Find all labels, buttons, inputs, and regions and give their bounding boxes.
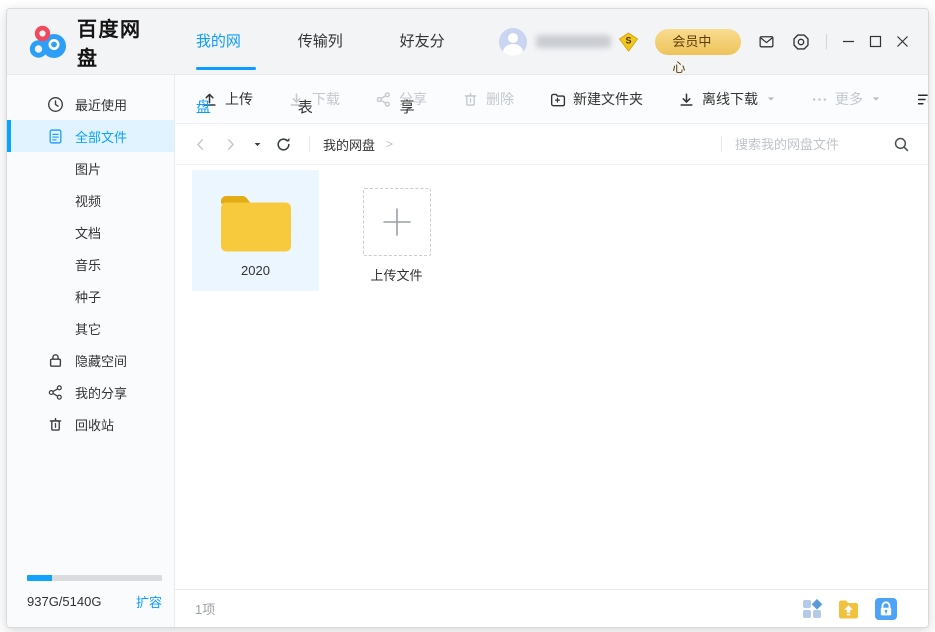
sidebar-label: 回收站: [75, 415, 114, 434]
window-controls-divider: [826, 34, 827, 49]
safe-lock-icon[interactable]: [874, 597, 898, 621]
download-label: 下载: [312, 89, 340, 109]
sidebar-label: 音乐: [75, 255, 101, 274]
sidebar-item-videos[interactable]: 视频: [7, 184, 174, 216]
item-count: 1项: [195, 599, 215, 618]
status-bar: 1项: [175, 589, 928, 627]
new-folder-button[interactable]: 新建文件夹: [549, 89, 643, 109]
folder-upload-icon[interactable]: [836, 597, 861, 621]
apps-grid-icon[interactable]: [801, 598, 823, 620]
sidebar-item-my-shares[interactable]: 我的分享: [7, 376, 174, 408]
sidebar-item-hidden-space[interactable]: 隐藏空间: [7, 344, 174, 376]
sidebar-label: 隐藏空间: [75, 351, 127, 370]
file-grid: 2020 上传文件: [175, 165, 928, 589]
breadcrumb-separator: >: [386, 137, 393, 151]
tab-transfer-list[interactable]: 传输列表: [295, 9, 361, 75]
more-button[interactable]: 更多: [811, 89, 881, 109]
search-input[interactable]: [735, 137, 893, 152]
user-avatar[interactable]: [499, 28, 527, 56]
refresh-icon[interactable]: [275, 136, 292, 153]
sidebar-item-music[interactable]: 音乐: [7, 248, 174, 280]
minimize-icon[interactable]: [835, 28, 862, 55]
sidebar-label: 图片: [75, 159, 101, 178]
sort-order-icon[interactable]: [916, 91, 929, 108]
chevron-down-icon[interactable]: [766, 94, 776, 104]
sidebar-list: 最近使用 全部文件 图片 视频 文档 音乐: [7, 75, 174, 575]
main-tabs: 我的网盘 传输列表 好友分享: [193, 9, 499, 75]
header-right: S 会员中心: [499, 28, 929, 56]
sidebar-label: 我的分享: [75, 383, 127, 402]
trash-icon: [47, 416, 64, 433]
sidebar-item-documents[interactable]: 文档: [7, 216, 174, 248]
plus-icon: [363, 188, 431, 256]
upload-file-tile[interactable]: 上传文件: [333, 170, 460, 291]
delete-button[interactable]: 删除: [462, 89, 514, 109]
sidebar-item-torrents[interactable]: 种子: [7, 280, 174, 312]
storage-usage-text: 937G/5140G: [27, 594, 101, 609]
history-dropdown-icon[interactable]: [253, 140, 262, 149]
navigation-bar: 我的网盘 >: [175, 124, 928, 165]
app-header: 百度网盘 我的网盘 传输列表 好友分享 S 会员中心: [7, 9, 928, 75]
main-panel: 上传 下载 分享: [175, 75, 928, 627]
share-nodes-icon: [47, 384, 64, 401]
sidebar-item-pictures[interactable]: 图片: [7, 152, 174, 184]
offline-download-button[interactable]: 离线下载: [678, 89, 776, 109]
folder-name: 2020: [241, 263, 270, 278]
toolbar: 上传 下载 分享: [175, 75, 928, 124]
sidebar-item-all-files[interactable]: 全部文件: [7, 120, 174, 152]
offline-download-label: 离线下载: [702, 89, 758, 109]
sidebar: 最近使用 全部文件 图片 视频 文档 音乐: [7, 75, 175, 627]
divider: [721, 136, 722, 152]
sidebar-label: 视频: [75, 191, 101, 210]
folder-tile-2020[interactable]: 2020: [192, 170, 319, 291]
member-center-button[interactable]: 会员中心: [655, 29, 741, 55]
document-icon: [47, 128, 64, 145]
sidebar-item-others[interactable]: 其它: [7, 312, 174, 344]
username-blurred: [536, 35, 612, 48]
trash-icon: [462, 91, 479, 108]
svip-badge-icon[interactable]: S: [618, 32, 639, 52]
mail-icon[interactable]: [757, 33, 776, 50]
maximize-icon[interactable]: [862, 28, 889, 55]
upload-label: 上传: [225, 89, 253, 109]
search-icon[interactable]: [893, 136, 910, 153]
breadcrumb-root[interactable]: 我的网盘: [323, 135, 375, 154]
upload-tile-label: 上传文件: [370, 265, 422, 284]
app-logo: 百度网盘: [7, 13, 163, 71]
app-window: 百度网盘 我的网盘 传输列表 好友分享 S 会员中心: [6, 8, 929, 628]
close-icon[interactable]: [889, 28, 916, 55]
storage-progress-fill: [27, 575, 52, 581]
delete-label: 删除: [486, 89, 514, 109]
sidebar-label: 最近使用: [75, 95, 127, 114]
sidebar-label: 其它: [75, 319, 101, 338]
folder-plus-icon: [549, 91, 566, 108]
lock-icon: [47, 352, 64, 369]
forward-icon[interactable]: [223, 137, 238, 152]
settings-gear-icon[interactable]: [792, 33, 810, 51]
clock-icon: [47, 96, 64, 113]
share-nodes-icon: [375, 91, 392, 108]
svip-badge-letter: S: [626, 35, 632, 45]
ellipsis-icon: [811, 91, 828, 108]
tab-friend-shares[interactable]: 好友分享: [397, 9, 463, 75]
baidu-netdisk-logo-icon: [29, 24, 67, 60]
sidebar-label: 全部文件: [75, 127, 127, 146]
sidebar-item-recycle-bin[interactable]: 回收站: [7, 408, 174, 440]
offline-download-icon: [678, 91, 695, 108]
folder-icon: [211, 191, 301, 255]
sidebar-label: 种子: [75, 287, 101, 306]
more-label: 更多: [835, 89, 863, 109]
chevron-down-icon[interactable]: [871, 94, 881, 104]
new-folder-label: 新建文件夹: [573, 89, 643, 109]
storage-panel: 937G/5140G 扩容: [7, 575, 174, 627]
sidebar-label: 文档: [75, 223, 101, 242]
app-title: 百度网盘: [77, 13, 163, 71]
storage-progress-track: [27, 575, 162, 581]
expand-storage-link[interactable]: 扩容: [136, 592, 162, 611]
tab-my-drive[interactable]: 我的网盘: [193, 9, 259, 75]
sidebar-item-recent[interactable]: 最近使用: [7, 88, 174, 120]
search-box: [708, 136, 910, 153]
download-button[interactable]: 下载: [288, 89, 340, 109]
